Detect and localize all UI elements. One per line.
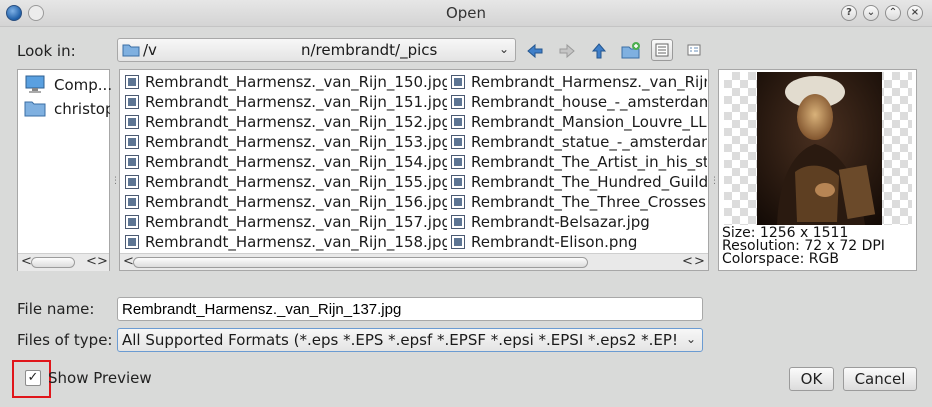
file-name-text: Rembrandt_Harmensz._van_Rijn_151.jpg — [145, 93, 447, 111]
show-preview-label[interactable]: Show Preview — [48, 369, 152, 387]
image-file-icon — [125, 75, 139, 89]
image-file-icon — [451, 115, 465, 129]
file-name-text: Rembrandt_Harmensz._van_Rijn_155.jpg — [145, 173, 447, 191]
file-list-item[interactable]: Rembrandt_Mansion_Louvre_LL — [451, 113, 707, 133]
forward-arrow-icon[interactable] — [557, 41, 577, 61]
file-type-value: All Supported Formats (*.eps *.EPS *.eps… — [122, 331, 678, 349]
file-name-text: Rembrandt_Harmensz._van_Rijn_153.jpg — [145, 133, 447, 151]
cancel-button[interactable]: Cancel — [843, 367, 917, 391]
file-list-item[interactable]: Rembrandt-Belsazar.jpg — [451, 213, 707, 233]
file-list-item[interactable]: Rembrandt_Harmensz._van_Rijn_156.jpg — [125, 193, 447, 213]
image-file-icon — [125, 235, 139, 249]
window-title: Open — [445, 4, 487, 22]
preview-panel: Size: 1256 x 1511 Resolution: 72 x 72 DP… — [718, 69, 917, 271]
scrollbar-thumb[interactable] — [31, 257, 75, 268]
help-button[interactable]: ? — [841, 5, 857, 21]
minimize-button[interactable]: ⌄ — [863, 5, 879, 21]
look-in-label: Look in: — [17, 42, 76, 60]
file-list-hscrollbar[interactable]: < < > — [120, 253, 708, 270]
image-file-icon — [125, 95, 139, 109]
file-name-text: Rembrandt_Harmensz._van_Rijn — [471, 73, 707, 91]
file-name-input[interactable] — [117, 297, 703, 321]
file-name-text: Rembrandt-Elison.png — [471, 233, 638, 251]
file-name-text: Rembrandt_statue_-_amsterdam — [471, 133, 707, 151]
places-panel[interactable]: Comp... christop < < > — [17, 69, 112, 271]
file-list-item[interactable]: Rembrandt_Harmensz._van_Rijn_157.jpg — [125, 213, 447, 233]
look-in-path-start: /v — [143, 41, 157, 59]
file-list-item[interactable]: Rembrandt-Elison.png — [451, 233, 707, 253]
file-list-item[interactable]: Rembrandt_Harmensz._van_Rijn_158.jpg — [125, 233, 447, 253]
image-file-icon — [125, 135, 139, 149]
computer-icon — [24, 75, 46, 93]
file-list-item[interactable]: Rembrandt_The_Artist_in_his_st — [451, 153, 707, 173]
places-hscrollbar[interactable]: < < > — [18, 253, 109, 271]
file-name-text: Rembrandt_Harmensz._van_Rijn_157.jpg — [145, 213, 447, 231]
file-name-text: Rembrandt_Harmensz._van_Rijn_152.jpg — [145, 113, 447, 131]
file-list-item[interactable]: Rembrandt_statue_-_amsterdam — [451, 133, 707, 153]
file-name-text: Rembrandt_The_Three_Crosses — [471, 193, 706, 211]
chevron-down-icon: ⌄ — [685, 332, 696, 346]
file-list-item[interactable]: Rembrandt_house_-_amsterdam — [451, 93, 707, 113]
image-file-icon — [451, 95, 465, 109]
file-type-combo[interactable]: All Supported Formats (*.eps *.EPS *.eps… — [117, 328, 703, 352]
image-file-icon — [125, 155, 139, 169]
preview-image — [757, 72, 882, 225]
file-list-item[interactable]: Rembrandt_Harmensz._van_Rijn_154.jpg — [125, 153, 447, 173]
file-list-item[interactable]: Rembrandt_The_Hundred_Guilde — [451, 173, 707, 193]
ok-button[interactable]: OK — [789, 367, 834, 391]
detail-view-button[interactable] — [651, 39, 673, 61]
show-preview-checkbox[interactable]: ✓ — [25, 370, 41, 386]
file-name-text: Rembrandt-Belsazar.jpg — [471, 213, 650, 231]
file-name-label: File name: — [17, 300, 95, 318]
file-name-text: Rembrandt_The_Artist_in_his_st — [471, 153, 707, 171]
image-file-icon — [451, 195, 465, 209]
folder-icon — [122, 43, 140, 57]
file-name-text: Rembrandt_The_Hundred_Guilde — [471, 173, 707, 191]
file-list-item[interactable]: Rembrandt_Harmensz._van_Rijn_151.jpg — [125, 93, 447, 113]
image-file-icon — [451, 215, 465, 229]
short-view-button[interactable] — [683, 39, 705, 61]
preview-colorspace: Colorspace: RGB — [722, 251, 839, 267]
file-list-item[interactable]: Rembrandt_Harmensz._van_Rijn_155.jpg — [125, 173, 447, 193]
scrollbar-thumb[interactable] — [133, 257, 588, 268]
image-file-icon — [125, 195, 139, 209]
new-folder-icon[interactable] — [621, 41, 641, 61]
maximize-button[interactable]: ⌃ — [885, 5, 901, 21]
scroll-right-icon[interactable]: > — [694, 254, 705, 269]
file-list-panel[interactable]: Rembrandt_Harmensz._van_Rijn_150.jpg Remb… — [119, 69, 709, 271]
places-item-home[interactable]: christop — [54, 100, 110, 118]
file-type-label: Files of type: — [17, 331, 113, 349]
scroll-right-icon[interactable]: > — [97, 254, 108, 269]
image-file-icon — [125, 175, 139, 189]
image-file-icon — [125, 115, 139, 129]
look-in-combo[interactable]: /v n/rembrandt/_pics ⌄ — [117, 38, 516, 62]
file-list-item[interactable]: Rembrandt_The_Three_Crosses — [451, 193, 707, 213]
close-button[interactable]: × — [907, 5, 923, 21]
back-arrow-icon[interactable] — [525, 41, 545, 61]
file-name-text: Rembrandt_Harmensz._van_Rijn_158.jpg — [145, 233, 447, 251]
file-name-text: Rembrandt_Mansion_Louvre_LL — [471, 113, 707, 131]
file-name-text: Rembrandt_Harmensz._van_Rijn_156.jpg — [145, 193, 447, 211]
file-name-text: Rembrandt_Harmensz._van_Rijn_154.jpg — [145, 153, 447, 171]
image-file-icon — [451, 175, 465, 189]
file-list-item[interactable]: Rembrandt_Harmensz._van_Rijn_153.jpg — [125, 133, 447, 153]
image-file-icon — [451, 155, 465, 169]
scroll-left-icon[interactable]: < — [86, 254, 97, 269]
up-arrow-icon[interactable] — [589, 41, 609, 61]
file-name-text: Rembrandt_Harmensz._van_Rijn_150.jpg — [145, 73, 447, 91]
image-file-icon — [125, 215, 139, 229]
file-name-text: Rembrandt_house_-_amsterdam — [471, 93, 707, 111]
image-file-icon — [451, 235, 465, 249]
image-file-icon — [451, 135, 465, 149]
file-list-item[interactable]: Rembrandt_Harmensz._van_Rijn_150.jpg — [125, 73, 447, 93]
places-item-computer[interactable]: Comp... — [54, 76, 112, 94]
look-in-path-end: n/rembrandt/_pics — [301, 41, 438, 59]
file-list-item[interactable]: Rembrandt_Harmensz._van_Rijn_152.jpg — [125, 113, 447, 133]
file-list-item[interactable]: Rembrandt_Harmensz._van_Rijn — [451, 73, 707, 93]
folder-icon — [24, 99, 46, 117]
scroll-left-icon[interactable]: < — [682, 254, 693, 269]
chevron-down-icon: ⌄ — [498, 42, 509, 56]
image-file-icon — [451, 75, 465, 89]
